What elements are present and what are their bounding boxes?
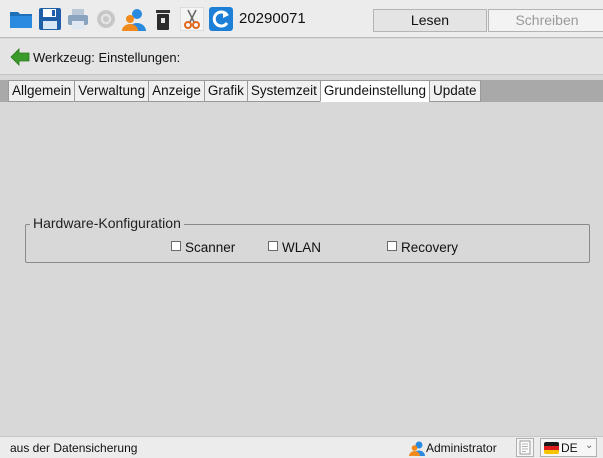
status-bar: aus der Datensicherung Administrator DE …: [0, 436, 603, 458]
tab-verwaltung[interactable]: Verwaltung: [74, 80, 149, 102]
print-icon[interactable]: [66, 7, 90, 31]
scanner-label: Scanner: [185, 239, 236, 255]
tab-allgemein[interactable]: Allgemein: [8, 80, 75, 102]
users-icon[interactable]: [122, 7, 146, 31]
document-icon[interactable]: [516, 438, 534, 457]
settings-panel: Hardware-Konfiguration Scanner WLAN Reco…: [0, 102, 603, 436]
german-flag-icon: [544, 442, 559, 454]
scissors-icon[interactable]: [180, 7, 204, 31]
group-title: Hardware-Konfiguration: [30, 215, 184, 231]
breadcrumb: Werkzeug: Einstellungen:: [0, 39, 603, 75]
save-icon[interactable]: [38, 7, 62, 31]
tab-anzeige[interactable]: Anzeige: [148, 80, 204, 102]
write-button[interactable]: Schreiben: [488, 9, 603, 32]
wlan-checkbox-row[interactable]: WLAN: [268, 239, 321, 255]
trash-icon[interactable]: [151, 7, 175, 31]
recovery-checkbox[interactable]: [387, 240, 397, 251]
back-arrow-icon[interactable]: [10, 48, 30, 66]
page-title: Werkzeug: Einstellungen:: [33, 50, 181, 65]
status-message: aus der Datensicherung: [10, 441, 138, 455]
language-label: DE: [561, 441, 578, 455]
record-id: 20290071: [239, 10, 306, 27]
gear-icon[interactable]: [94, 7, 118, 31]
scanner-checkbox[interactable]: [171, 240, 181, 251]
recovery-checkbox-row[interactable]: Recovery: [387, 239, 458, 255]
read-button[interactable]: Lesen: [373, 9, 487, 32]
wlan-label: WLAN: [282, 239, 322, 255]
tab-grafik[interactable]: Grafik: [203, 80, 247, 102]
user-name: Administrator: [426, 441, 497, 455]
tab-update[interactable]: Update: [429, 80, 481, 102]
folder-icon[interactable]: [9, 7, 33, 31]
toolbar: 20290071 Lesen Schreiben: [0, 0, 603, 38]
chevron-down-icon: ⌄: [585, 440, 594, 451]
scanner-checkbox-row[interactable]: Scanner: [171, 239, 235, 255]
recovery-label: Recovery: [401, 239, 459, 255]
refresh-icon[interactable]: [209, 7, 233, 31]
wlan-checkbox[interactable]: [268, 240, 278, 251]
tab-systemzeit[interactable]: Systemzeit: [246, 80, 320, 102]
tab-strip: Allgemein Verwaltung Anzeige Grafik Syst…: [0, 80, 603, 102]
user-icon: [409, 440, 425, 456]
language-select[interactable]: DE ⌄: [540, 438, 597, 457]
tab-grundeinstellung[interactable]: Grundeinstellung: [319, 80, 429, 102]
hardware-config-group: Hardware-Konfiguration Scanner WLAN Reco…: [25, 215, 590, 263]
